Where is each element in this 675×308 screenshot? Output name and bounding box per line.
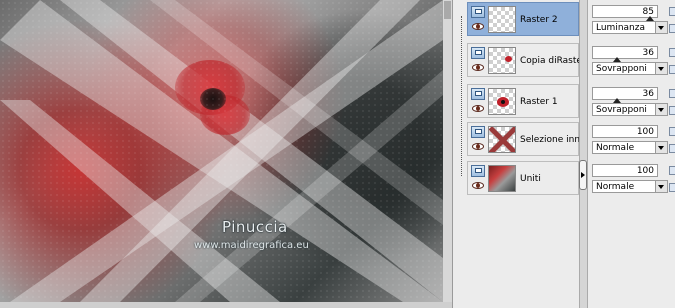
chevron-down-icon[interactable] bbox=[655, 181, 667, 192]
flower-thumb-center bbox=[501, 100, 505, 104]
opacity-slider[interactable]: 36 bbox=[592, 87, 658, 100]
link-icon[interactable] bbox=[669, 127, 675, 136]
opacity-value: 36 bbox=[642, 89, 654, 99]
layer-thumbnail bbox=[488, 165, 516, 192]
layer-thumbnail bbox=[488, 88, 516, 115]
visibility-eye-icon[interactable] bbox=[472, 23, 484, 30]
artwork-image[interactable]: Pinuccia www.maidiregrafica.eu bbox=[0, 0, 443, 302]
visibility-eye-icon[interactable] bbox=[472, 64, 484, 71]
chevron-down-icon[interactable] bbox=[655, 104, 667, 115]
layer-row-uniti[interactable]: Uniti bbox=[467, 161, 579, 195]
blend-mode-dropdown[interactable]: Normale bbox=[592, 180, 668, 193]
layer-name: Raster 1 bbox=[520, 97, 558, 107]
layer-thumbnail bbox=[488, 126, 516, 153]
raster-layer-icon bbox=[471, 126, 485, 138]
link-icon[interactable] bbox=[669, 7, 675, 16]
scrollbar-thumb[interactable] bbox=[444, 1, 451, 19]
blend-mode-value: Sovrapponi bbox=[596, 105, 647, 115]
opacity-value: 100 bbox=[636, 166, 654, 176]
canvas-horizontal-scrollbar[interactable] bbox=[0, 302, 452, 308]
layer-row-selezione-innalzata[interactable]: Selezione innalzata bbox=[467, 122, 580, 156]
layer-name: Raster 2 bbox=[520, 15, 558, 25]
layer-properties-raster-1: 36 Sovrapponi bbox=[590, 84, 675, 118]
blend-mode-dropdown[interactable]: Sovrapponi bbox=[592, 62, 668, 75]
blend-mode-value: Normale bbox=[596, 143, 635, 153]
visibility-eye-icon[interactable] bbox=[472, 182, 484, 189]
lock-icon[interactable] bbox=[669, 144, 675, 153]
blend-mode-value: Sovrapponi bbox=[596, 64, 647, 74]
layer-row-raster-1[interactable]: Raster 1 bbox=[467, 84, 579, 118]
link-icon[interactable] bbox=[669, 89, 675, 98]
panel-divider[interactable] bbox=[579, 0, 588, 308]
layer-properties-selezione-innalzata: 100 Normale bbox=[590, 122, 675, 156]
blend-mode-dropdown[interactable]: Sovrapponi bbox=[592, 103, 668, 116]
raster-layer-icon bbox=[471, 6, 485, 18]
raster-layer-icon bbox=[471, 165, 485, 177]
link-icon[interactable] bbox=[669, 48, 675, 57]
layer-name: Copia diRaster 1 bbox=[520, 56, 580, 66]
layer-row-raster-2[interactable]: Raster 2 bbox=[467, 2, 579, 36]
link-icon[interactable] bbox=[669, 166, 675, 175]
chevron-right-icon[interactable] bbox=[581, 172, 585, 178]
opacity-slider[interactable]: 36 bbox=[592, 46, 658, 59]
layer-thumbnail bbox=[488, 6, 516, 33]
flower-thumb-spot bbox=[505, 56, 512, 62]
lock-icon[interactable] bbox=[669, 24, 675, 33]
blend-mode-dropdown[interactable]: Normale bbox=[592, 141, 668, 154]
layer-name: Uniti bbox=[520, 174, 541, 184]
chevron-down-icon[interactable] bbox=[655, 63, 667, 74]
lock-icon[interactable] bbox=[669, 183, 675, 192]
opacity-value: 100 bbox=[636, 127, 654, 137]
layer-tree-line bbox=[461, 16, 463, 176]
blend-mode-value: Normale bbox=[596, 182, 635, 192]
layer-row-copia-di-raster-1[interactable]: Copia diRaster 1 bbox=[467, 43, 580, 77]
blend-mode-value: Luminanza bbox=[596, 23, 645, 33]
layer-thumbnail bbox=[488, 47, 516, 74]
chevron-down-icon[interactable] bbox=[655, 22, 667, 33]
opacity-slider[interactable]: 100 bbox=[592, 164, 658, 177]
dot-texture bbox=[0, 0, 443, 302]
raster-layer-icon bbox=[471, 47, 485, 59]
layer-properties-copia-di-raster-1: 36 Sovrapponi bbox=[590, 43, 675, 77]
chevron-down-icon[interactable] bbox=[655, 142, 667, 153]
lock-icon[interactable] bbox=[669, 106, 675, 115]
lock-icon[interactable] bbox=[669, 65, 675, 74]
opacity-slider[interactable]: 100 bbox=[592, 125, 658, 138]
layer-name: Selezione innalzata bbox=[520, 135, 580, 145]
canvas-vertical-scrollbar[interactable] bbox=[443, 0, 452, 302]
opacity-value: 36 bbox=[642, 48, 654, 58]
canvas-area[interactable]: Pinuccia www.maidiregrafica.eu bbox=[0, 0, 452, 308]
raster-layer-icon bbox=[471, 88, 485, 100]
watermark-url: www.maidiregrafica.eu bbox=[194, 240, 309, 251]
visibility-eye-icon[interactable] bbox=[472, 143, 484, 150]
visibility-eye-icon[interactable] bbox=[472, 105, 484, 112]
layer-properties-raster-2: 85 Luminanza bbox=[590, 2, 675, 36]
watermark-title: Pinuccia bbox=[222, 218, 288, 236]
blend-mode-dropdown[interactable]: Luminanza bbox=[592, 21, 668, 34]
layer-properties-uniti: 100 Normale bbox=[590, 161, 675, 195]
layers-panel: Raster 2 85 Luminanza Copia diRaster 1 3… bbox=[452, 0, 675, 308]
